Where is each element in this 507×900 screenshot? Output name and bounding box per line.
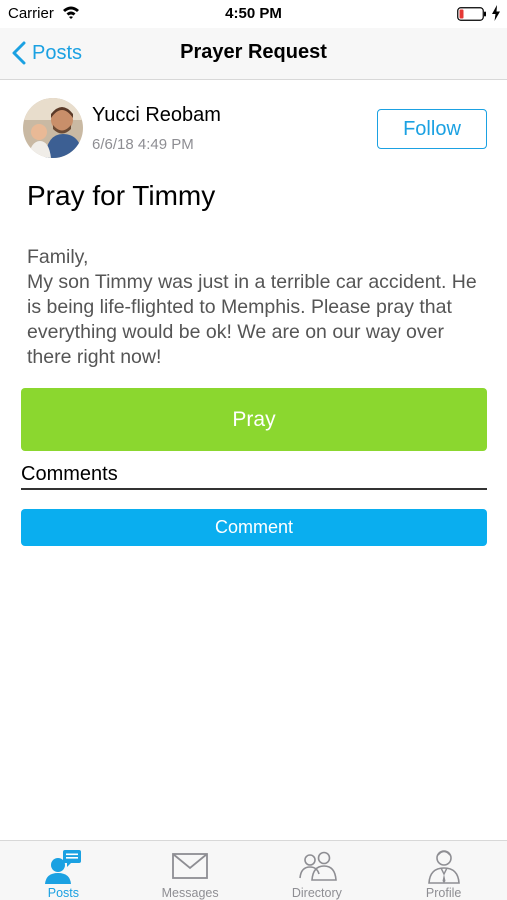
comment-button[interactable]: Comment bbox=[21, 509, 487, 546]
comments-heading: Comments bbox=[21, 463, 118, 485]
battery-icon bbox=[457, 7, 486, 21]
messages-icon bbox=[172, 853, 209, 879]
avatar-photo-icon bbox=[23, 98, 83, 158]
tab-directory[interactable]: Directory bbox=[254, 841, 381, 900]
tab-posts[interactable]: Posts bbox=[0, 841, 127, 900]
post-timestamp: 6/6/18 4:49 PM bbox=[92, 136, 194, 153]
tab-label-directory: Directory bbox=[291, 886, 342, 900]
back-button[interactable]: Posts bbox=[12, 38, 82, 68]
directory-icon bbox=[299, 851, 337, 881]
tab-profile[interactable]: Profile bbox=[380, 841, 507, 900]
chevron-left-icon bbox=[12, 41, 26, 65]
posts-icon bbox=[45, 850, 82, 884]
tab-bar: Posts Messages Directory Profile bbox=[0, 840, 507, 900]
status-bar: Carrier 4:50 PM bbox=[0, 0, 507, 28]
comments-divider bbox=[21, 488, 487, 490]
author-name[interactable]: Yucci Reobam bbox=[92, 104, 221, 127]
charging-bolt-icon bbox=[492, 5, 500, 21]
follow-button[interactable]: Follow bbox=[377, 109, 487, 149]
navigation-bar: Posts Prayer Request bbox=[0, 28, 507, 80]
prayer-request-screen: Carrier 4:50 PM Posts Prayer Request Yuc… bbox=[0, 0, 507, 900]
back-label: Posts bbox=[32, 41, 83, 64]
status-time: 4:50 PM bbox=[225, 5, 282, 22]
tab-label-posts: Posts bbox=[47, 886, 79, 900]
avatar[interactable] bbox=[23, 98, 83, 158]
tab-label-profile: Profile bbox=[425, 886, 462, 900]
post-body: Family, My son Timmy was just in a terri… bbox=[27, 246, 477, 368]
post-title: Pray for Timmy bbox=[27, 180, 216, 211]
tab-messages[interactable]: Messages bbox=[127, 841, 254, 900]
profile-icon bbox=[427, 850, 460, 884]
tab-label-messages: Messages bbox=[161, 886, 219, 900]
pray-button[interactable]: Pray bbox=[21, 388, 487, 451]
